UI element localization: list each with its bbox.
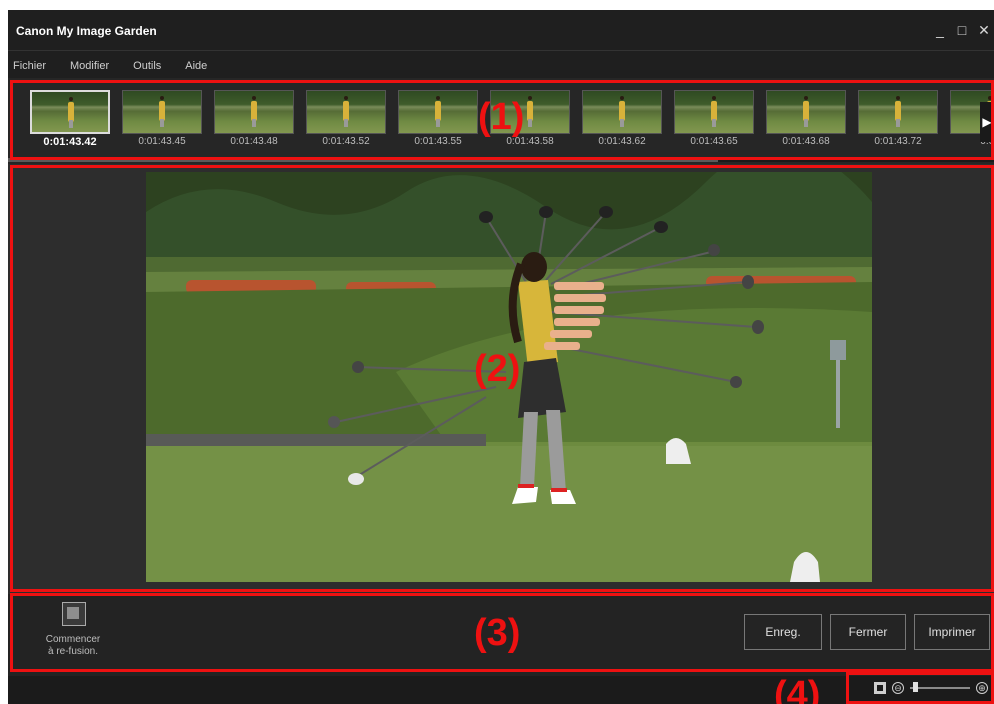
menu-bar: Fichier Modifier Outils Aide: [8, 50, 994, 79]
title-bar: Canon My Image Garden _ □ ✕: [8, 10, 994, 50]
thumbnail-image: [582, 90, 662, 134]
close-icon[interactable]: ✕: [978, 22, 990, 38]
zoom-controls: ⊖ ⊕: [874, 682, 988, 694]
callout-label-2: (2): [474, 348, 521, 390]
frame-thumbnail[interactable]: 0:01:43.45: [122, 90, 202, 148]
menu-aide[interactable]: Aide: [185, 60, 207, 72]
thumbnail-image: [306, 90, 386, 134]
thumbnail-image: [122, 90, 202, 134]
window-controls: _ □ ✕: [934, 22, 990, 39]
thumbnail-image: [30, 90, 110, 134]
start-remerge-label-line1: Commencer: [45, 634, 101, 645]
thumbnail-time: 0:01:43.52: [322, 136, 370, 147]
frame-thumbnail[interactable]: 0:01:43.42: [30, 90, 110, 148]
thumbnail-time: 0:01:43.48: [230, 136, 278, 147]
zoom-slider-handle[interactable]: [912, 682, 918, 692]
thumbnail-image: [398, 90, 478, 134]
thumbnail-time: 0:01:43.55: [414, 136, 462, 147]
thumbnail-image: [674, 90, 754, 134]
frame-thumbnail[interactable]: 0:01:43.48: [214, 90, 294, 148]
frame-thumbnail[interactable]: 0:01:43.52: [306, 90, 386, 148]
close-button[interactable]: Fermer: [830, 614, 906, 650]
thumbnail-time: 0:01:43.45: [138, 136, 186, 147]
app-window: Canon My Image Garden _ □ ✕ Fichier Modi…: [8, 10, 994, 704]
menu-fichier[interactable]: Fichier: [13, 60, 46, 72]
start-remerge-button[interactable]: Commencer à re-fusion.: [28, 602, 118, 670]
thumbnail-time: 0:01:43.65: [690, 136, 738, 147]
frame-thumbnail[interactable]: 0:01:43.72: [858, 90, 938, 148]
frame-thumbnail[interactable]: 0:01:43.65: [674, 90, 754, 148]
frame-thumbnail[interactable]: 0:01:43.55: [398, 90, 478, 148]
fit-to-window-icon[interactable]: [874, 682, 886, 694]
thumbnail-time: 0:01:43.42: [43, 136, 97, 148]
zoom-out-icon[interactable]: ⊖: [892, 682, 904, 694]
zoom-in-icon[interactable]: ⊕: [976, 682, 988, 694]
zoom-slider[interactable]: [910, 682, 970, 692]
chevron-right-icon[interactable]: ▶: [980, 102, 994, 142]
frame-thumbnail[interactable]: 0:01:43.62: [582, 90, 662, 148]
filmstrip-scrollbar[interactable]: [8, 158, 994, 162]
scrollbar-thumb[interactable]: [8, 158, 718, 162]
thumbnail-time: 0:01:43.68: [782, 136, 830, 147]
callout-label-3: (3): [474, 612, 521, 654]
merge-image-icon: [62, 602, 86, 626]
menu-modifier[interactable]: Modifier: [70, 60, 109, 72]
start-remerge-label-line2: à re-fusion.: [47, 646, 99, 657]
save-button[interactable]: Enreg.: [744, 614, 822, 650]
thumbnail-image: [858, 90, 938, 134]
print-button[interactable]: Imprimer: [914, 614, 990, 650]
thumbnail-time: 0:01:43.62: [598, 136, 646, 147]
app-title: Canon My Image Garden: [16, 24, 157, 38]
minimize-icon[interactable]: _: [934, 22, 946, 38]
callout-label-1: (1): [478, 96, 525, 138]
status-bar: ⊖ ⊕: [8, 676, 994, 704]
thumbnail-image: [214, 90, 294, 134]
start-remerge-label: Commencer à re-fusion.: [28, 634, 118, 658]
callout-label-4: (4): [774, 674, 821, 704]
frame-thumbnail[interactable]: 0:01:43.68: [766, 90, 846, 148]
menu-outils[interactable]: Outils: [133, 60, 161, 72]
thumbnail-time: 0:01:43.72: [874, 136, 922, 147]
maximize-icon[interactable]: □: [956, 22, 968, 38]
thumbnail-image: [766, 90, 846, 134]
